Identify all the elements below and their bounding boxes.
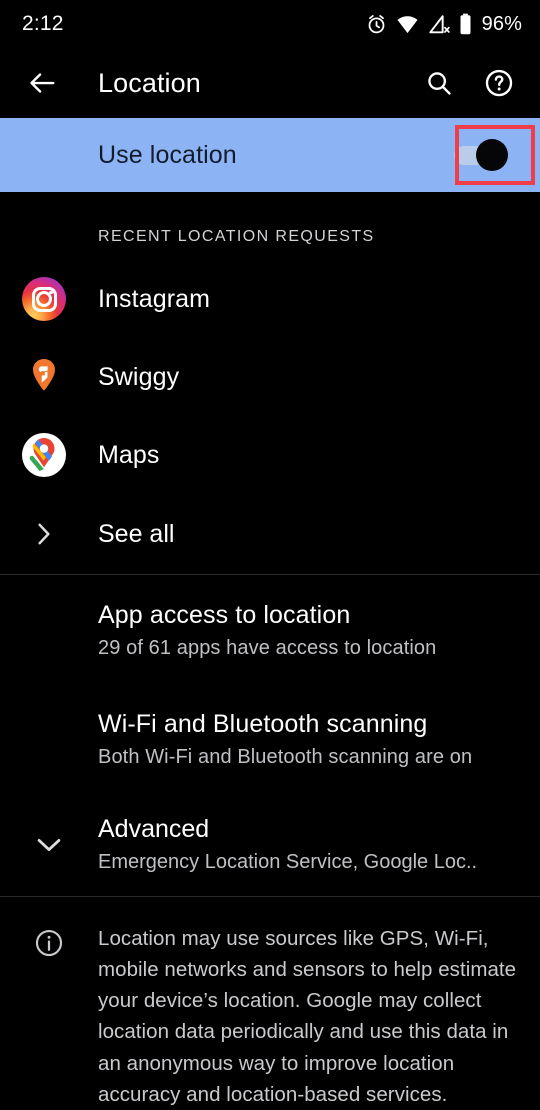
list-item[interactable]: Maps bbox=[0, 416, 540, 494]
app-name: Instagram bbox=[98, 284, 211, 313]
advanced-title: Advanced bbox=[98, 815, 210, 843]
setting-title: Wi-Fi and Bluetooth scanning bbox=[98, 710, 428, 738]
swiggy-icon bbox=[22, 355, 66, 399]
chevron-right-icon bbox=[22, 521, 66, 547]
status-bar: 2:12 96% bbox=[0, 0, 540, 48]
app-bar: Location bbox=[0, 48, 540, 118]
wifi-bluetooth-scanning-row[interactable]: Wi-Fi and Bluetooth scanning Both Wi-Fi … bbox=[0, 684, 540, 793]
setting-title: App access to location bbox=[98, 601, 351, 629]
location-info-footer: Location may use sources like GPS, Wi-Fi… bbox=[0, 897, 540, 1110]
page-title: Location bbox=[98, 67, 201, 98]
advanced-subtitle: Emergency Location Service, Google Loc.. bbox=[98, 851, 478, 873]
list-item[interactable]: Instagram bbox=[0, 260, 540, 338]
wifi-icon bbox=[396, 14, 419, 35]
google-maps-icon bbox=[22, 433, 66, 477]
info-icon bbox=[0, 923, 98, 1110]
advanced-row[interactable]: Advanced Emergency Location Service, Goo… bbox=[0, 793, 540, 896]
see-all-row[interactable]: See all bbox=[0, 494, 540, 574]
battery-percent: 96% bbox=[481, 12, 522, 35]
app-name: Swiggy bbox=[98, 362, 180, 391]
see-all-label: See all bbox=[98, 519, 175, 548]
setting-subtitle: 29 of 61 apps have access to location bbox=[98, 637, 437, 659]
use-location-label: Use location bbox=[98, 140, 237, 169]
arrow-back-icon[interactable] bbox=[24, 65, 60, 101]
toggle-thumb bbox=[476, 139, 508, 171]
use-location-row[interactable]: Use location bbox=[0, 118, 540, 192]
setting-subtitle: Both Wi-Fi and Bluetooth scanning are on bbox=[98, 746, 473, 768]
footer-text: Location may use sources like GPS, Wi-Fi… bbox=[98, 927, 517, 1106]
search-icon[interactable] bbox=[418, 62, 460, 104]
chevron-down-icon bbox=[0, 835, 98, 855]
app-access-to-location-row[interactable]: App access to location 29 of 61 apps hav… bbox=[0, 575, 540, 684]
mobile-signal-off-icon bbox=[428, 14, 450, 35]
status-time: 2:12 bbox=[22, 12, 64, 35]
app-name: Maps bbox=[98, 440, 160, 469]
instagram-icon bbox=[22, 277, 66, 321]
use-location-toggle[interactable] bbox=[454, 137, 516, 173]
alarm-icon bbox=[366, 14, 387, 35]
list-item[interactable]: Swiggy bbox=[0, 338, 540, 416]
recent-requests-header: RECENT LOCATION REQUESTS bbox=[98, 228, 375, 245]
help-circle-icon[interactable] bbox=[478, 62, 520, 104]
battery-icon bbox=[459, 13, 472, 35]
